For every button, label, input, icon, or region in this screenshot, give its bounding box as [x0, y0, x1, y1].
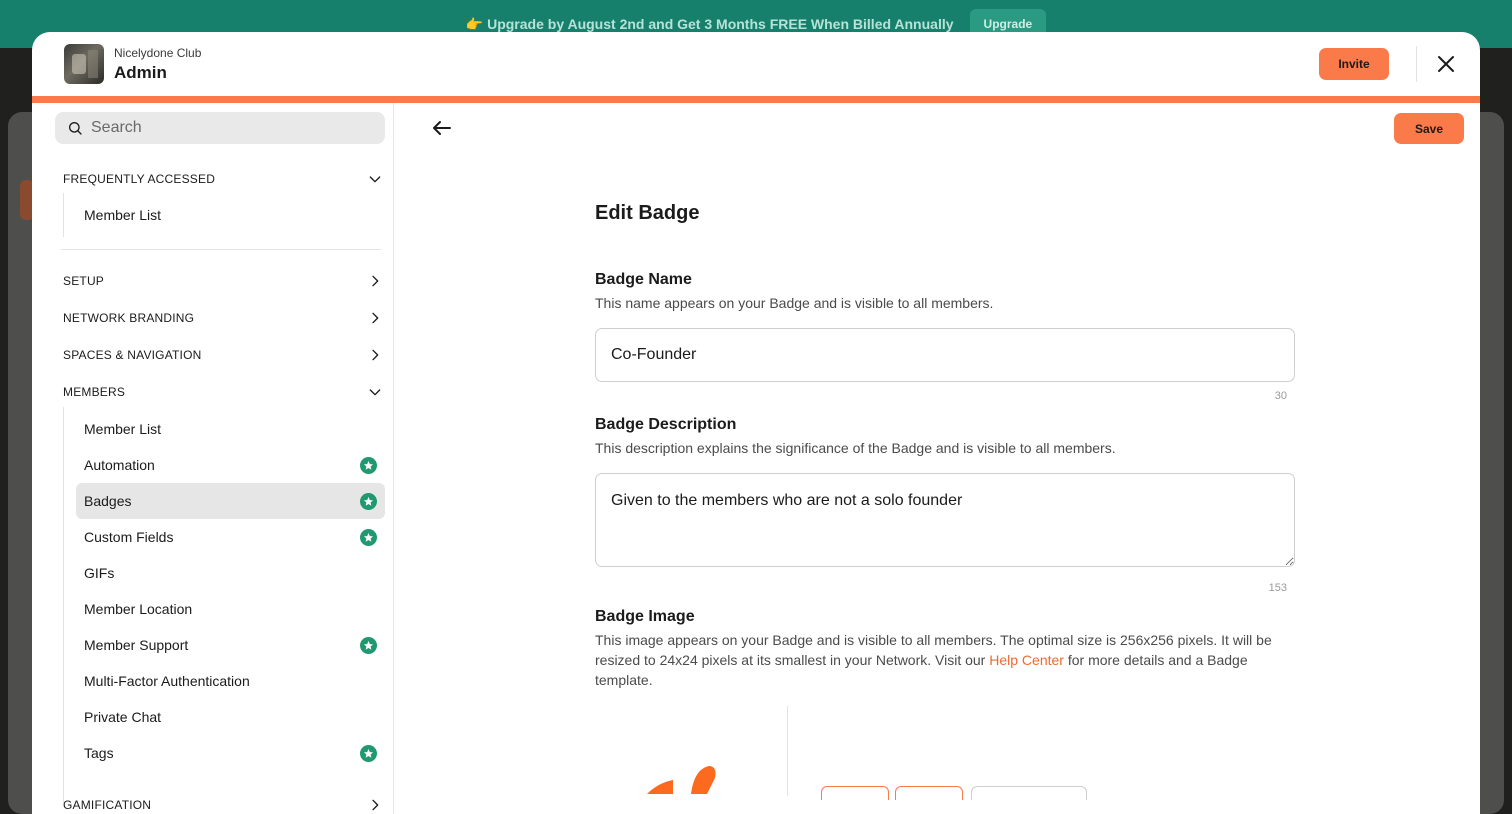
chevron-down-icon	[369, 176, 381, 183]
search-input[interactable]	[91, 119, 371, 137]
close-icon[interactable]	[1434, 52, 1458, 76]
search-icon	[69, 122, 82, 135]
sidebar-item-label: Automation	[84, 457, 155, 473]
sidebar-item-label: Badges	[84, 493, 132, 509]
sidebar-item-label: Custom Fields	[84, 529, 174, 545]
sidebar-item-label: GIFs	[84, 565, 115, 581]
section-setup[interactable]: SETUP	[63, 269, 383, 293]
sidebar-item-gifs[interactable]: GIFs	[76, 555, 385, 591]
badge-description-label: Badge Description	[595, 416, 737, 433]
save-button[interactable]: Save	[1394, 113, 1464, 144]
badge-name-input[interactable]	[595, 328, 1295, 382]
header-divider	[1416, 46, 1417, 82]
badge-image-description: This image appears on your Badge and is …	[595, 632, 1272, 688]
section-label: GAMIFICATION	[63, 798, 152, 812]
sidebar-item-label: Member Location	[84, 601, 193, 617]
sidebar-item-label: Tags	[84, 745, 114, 761]
invite-button[interactable]: Invite	[1319, 48, 1389, 80]
sidebar-item-badges[interactable]: Badges	[76, 483, 385, 519]
sidebar-item-label: Member List	[84, 207, 162, 223]
section-label: NETWORK BRANDING	[63, 311, 195, 325]
sidebar-item-automation[interactable]: Automation	[76, 447, 385, 483]
help-center-link[interactable]: Help Center	[989, 652, 1064, 668]
badge-description-description: This description explains the significan…	[595, 440, 1116, 456]
badge-preview-chip	[971, 786, 1087, 800]
sidebar-item-custom-fields[interactable]: Custom Fields	[76, 519, 385, 555]
star-badge-icon	[360, 456, 377, 474]
badge-description-textarea[interactable]: Given to the members who are not a solo …	[595, 473, 1295, 567]
admin-modal: Nicelydone Club Admin Invite FREQUENTLY …	[32, 32, 1480, 814]
chevron-right-icon	[372, 349, 379, 361]
badge-name-description: This name appears on your Badge and is v…	[595, 295, 994, 311]
sidebar-item-label: Member List	[84, 421, 162, 437]
badge-preview-chip	[821, 786, 889, 800]
sidebar-item-multi-factor-authentication[interactable]: Multi-Factor Authentication	[76, 663, 385, 699]
badge-image-preview[interactable]	[647, 764, 717, 794]
banner-text: 👉 Upgrade by August 2nd and Get 3 Months…	[465, 15, 954, 32]
badge-name-counter: 30	[1274, 390, 1287, 402]
badge-image-area	[595, 706, 1295, 800]
sidebar-divider	[61, 249, 381, 250]
badge-name-label: Badge Name	[595, 271, 692, 288]
sidebar-item-member-list[interactable]: Member List	[76, 411, 385, 447]
sidebar-item-label: Private Chat	[84, 709, 162, 725]
badge-image-label: Badge Image	[595, 608, 695, 625]
section-spaces-navigation[interactable]: SPACES & NAVIGATION	[63, 343, 383, 367]
star-badge-icon	[360, 744, 377, 762]
form-title: Edit Badge	[595, 202, 700, 224]
sidebar-item-label: Member Support	[84, 637, 189, 653]
back-arrow-icon[interactable]	[430, 116, 454, 140]
sidebar: FREQUENTLY ACCESSED Member List SETUP NE…	[32, 103, 394, 814]
image-area-divider	[787, 706, 788, 796]
chevron-right-icon	[372, 275, 379, 287]
section-gamification[interactable]: GAMIFICATION	[63, 793, 383, 814]
sidebar-item-tags[interactable]: Tags	[76, 735, 385, 771]
tree-line	[63, 193, 64, 237]
section-label: MEMBERS	[63, 385, 126, 399]
club-logo	[64, 44, 104, 84]
chevron-right-icon	[372, 799, 379, 811]
star-badge-icon	[360, 492, 377, 510]
badge-description-counter: 153	[1268, 582, 1287, 594]
club-name: Nicelydone Club	[114, 45, 202, 60]
sidebar-item-member-support[interactable]: Member Support	[76, 627, 385, 663]
badge-preview-chip	[895, 786, 963, 800]
tree-line	[63, 407, 64, 803]
edit-badge-form: Edit Badge Badge Name This name appears …	[595, 202, 1295, 800]
header-accent-bar	[32, 96, 1480, 103]
sidebar-item-member-location[interactable]: Member Location	[76, 591, 385, 627]
sidebar-item-member-list-frequent[interactable]: Member List	[76, 197, 385, 233]
section-label: FREQUENTLY ACCESSED	[63, 172, 216, 186]
star-badge-icon	[360, 636, 377, 654]
search-box[interactable]	[55, 112, 385, 144]
section-network-branding[interactable]: NETWORK BRANDING	[63, 306, 383, 330]
section-members[interactable]: MEMBERS	[63, 380, 383, 404]
section-label: SPACES & NAVIGATION	[63, 348, 202, 362]
section-label: SETUP	[63, 274, 105, 288]
chevron-down-icon	[369, 389, 381, 396]
sidebar-item-private-chat[interactable]: Private Chat	[76, 699, 385, 735]
chevron-right-icon	[372, 312, 379, 324]
section-frequently-accessed[interactable]: FREQUENTLY ACCESSED	[63, 167, 383, 191]
sidebar-item-label: Multi-Factor Authentication	[84, 673, 250, 689]
page-title: Admin	[114, 62, 167, 82]
modal-header: Nicelydone Club Admin Invite	[32, 32, 1480, 96]
star-badge-icon	[360, 528, 377, 546]
